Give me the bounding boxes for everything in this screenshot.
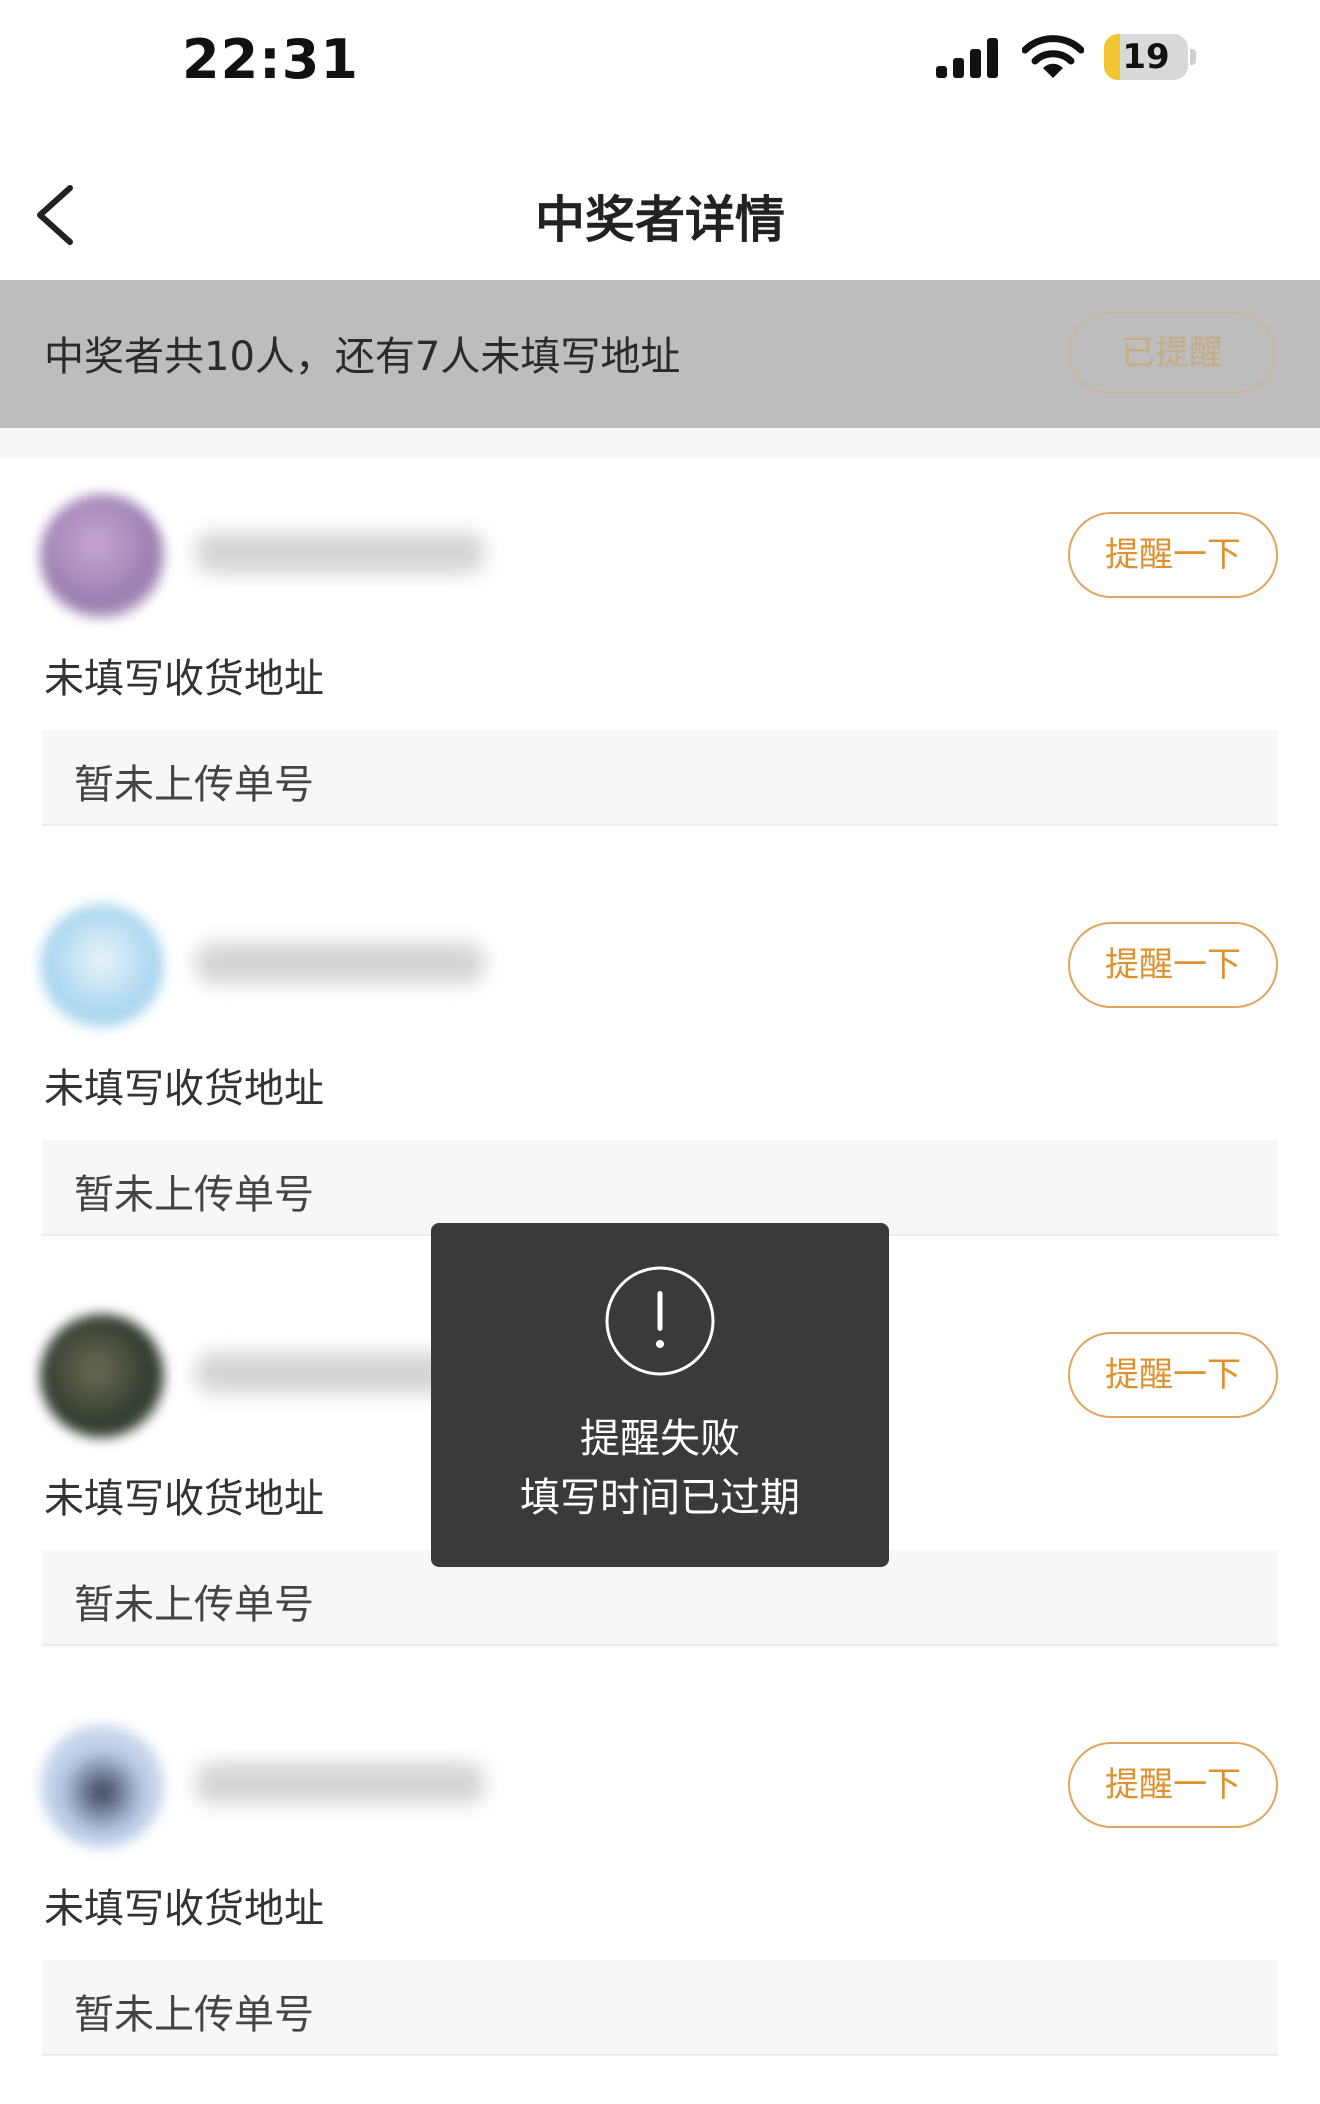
avatar [40, 904, 164, 1028]
nickname-blurred [195, 532, 485, 574]
tracking-box: 暂未上传单号 [42, 1140, 1278, 1236]
signal-icon [936, 38, 998, 78]
address-status: 未填写收货地址 [44, 656, 324, 702]
battery-cap [1190, 49, 1196, 65]
avatar [40, 1724, 164, 1848]
tracking-text: 暂未上传单号 [74, 1172, 314, 1218]
avatar [40, 1314, 164, 1438]
nav-bar: 中奖者详情 [0, 150, 1320, 280]
wifi-icon [1022, 35, 1084, 78]
remind-button[interactable]: 提醒一下 [1068, 1332, 1278, 1418]
nickname-blurred [195, 1762, 485, 1804]
winner-item-1: 提醒一下 未填写收货地址 暂未上传单号 [0, 458, 1320, 868]
nickname-blurred [195, 942, 485, 984]
status-time: 22:31 [182, 28, 359, 91]
toast-title: 提醒失败 [580, 1416, 740, 1462]
battery-icon: 19 [1104, 34, 1196, 80]
winner-item-2: 提醒一下 未填写收货地址 暂未上传单号 [0, 868, 1320, 1278]
page-title: 中奖者详情 [535, 191, 785, 249]
tracking-text: 暂未上传单号 [74, 762, 314, 808]
reminded-button[interactable]: 已提醒 [1068, 312, 1276, 394]
remind-button[interactable]: 提醒一下 [1068, 512, 1278, 598]
exclamation-circle-icon [605, 1266, 715, 1376]
summary-text: 中奖者共10人，还有7人未填写地址 [44, 334, 681, 380]
address-status: 未填写收货地址 [44, 1886, 324, 1932]
remind-button[interactable]: 提醒一下 [1068, 922, 1278, 1008]
status-bar: 22:31 19 [0, 0, 1320, 120]
remind-button[interactable]: 提醒一下 [1068, 1742, 1278, 1828]
section-gap [0, 428, 1320, 458]
tracking-box: 暂未上传单号 [42, 730, 1278, 826]
toast-message: 填写时间已过期 [520, 1475, 800, 1521]
summary-banner: 中奖者共10人，还有7人未填写地址 已提醒 [0, 280, 1320, 428]
tracking-text: 暂未上传单号 [74, 1582, 314, 1628]
winner-item-4: 提醒一下 未填写收货地址 暂未上传单号 [0, 1688, 1320, 2098]
battery-level: 19 [1122, 37, 1170, 77]
address-status: 未填写收货地址 [44, 1066, 324, 1112]
avatar [40, 494, 164, 618]
tracking-box: 暂未上传单号 [42, 1960, 1278, 2056]
tracking-text: 暂未上传单号 [74, 1992, 314, 2038]
battery-body: 19 [1104, 34, 1188, 80]
error-toast: 提醒失败 填写时间已过期 [431, 1223, 889, 1567]
address-status: 未填写收货地址 [44, 1476, 324, 1522]
